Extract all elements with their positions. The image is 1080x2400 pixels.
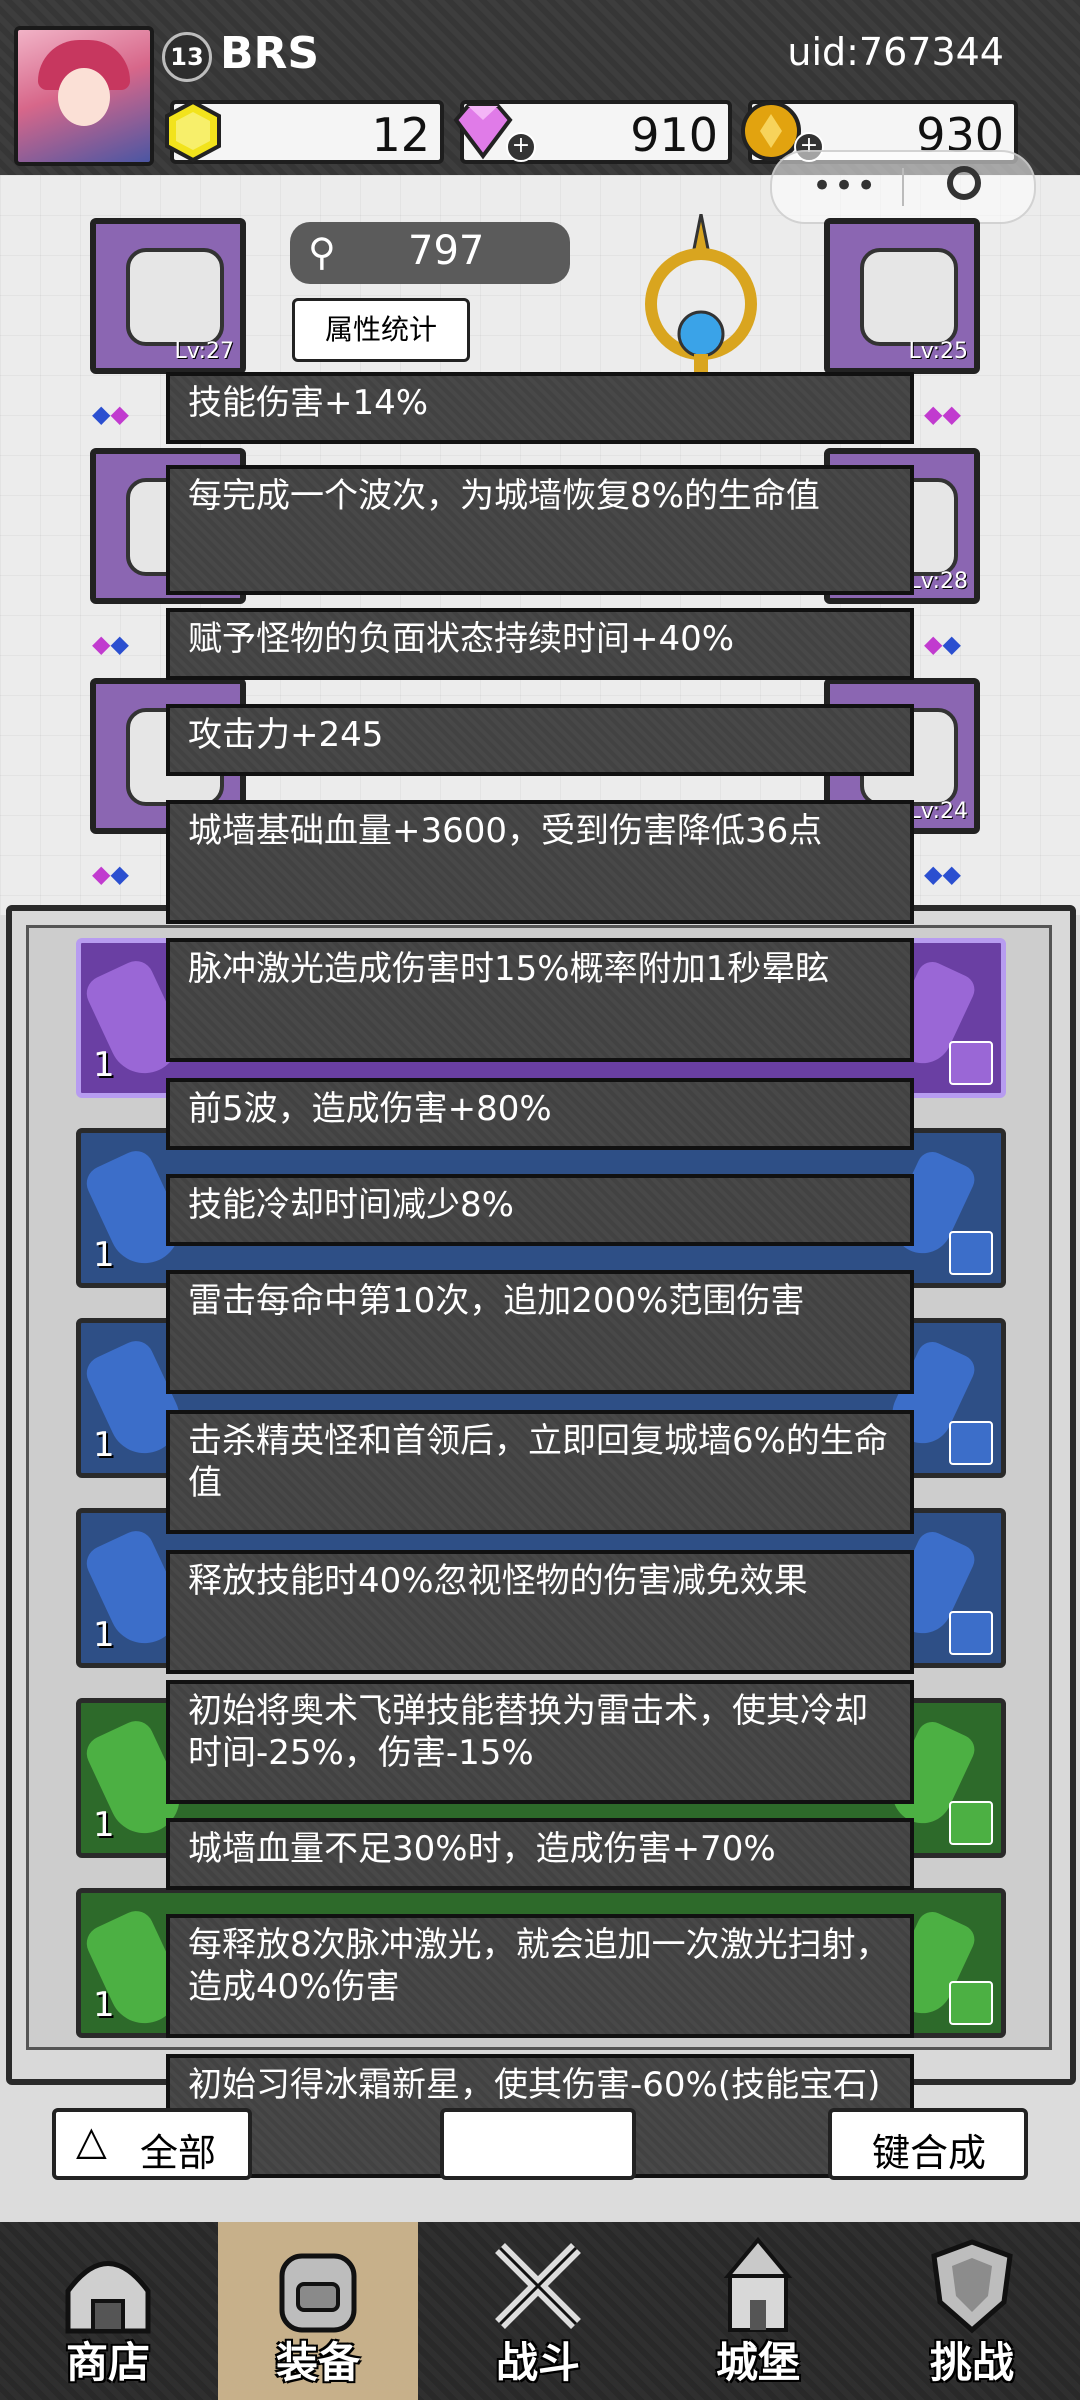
nav-castle[interactable]: 城堡 xyxy=(658,2222,858,2400)
castle-icon xyxy=(723,2236,793,2332)
equip-slot-pipe[interactable]: Lv:25 xyxy=(824,218,980,374)
socket-gems: ◆◆ xyxy=(92,400,129,428)
affix-tooltip: 赋予怪物的负面状态持续时间+40% xyxy=(166,608,914,680)
socket-gems: ◆◆ xyxy=(92,860,129,888)
affix-tooltip: 技能伤害+14% xyxy=(166,372,914,444)
combat-power-value: 797 xyxy=(408,228,485,274)
currency-diamond: + 910 xyxy=(453,100,732,164)
filter-all-button[interactable]: △ 全部 xyxy=(52,2108,252,2180)
staff-icon xyxy=(645,214,757,384)
item-type-icon xyxy=(949,1981,993,2025)
slot-level: Lv:27 xyxy=(174,339,234,364)
item-type-icon xyxy=(949,1041,993,1085)
miniprogram-capsule: ••• xyxy=(770,150,1036,224)
shop-icon xyxy=(65,2261,151,2334)
affix-tooltip: 城墙基础血量+3600，受到伤害降低36点 xyxy=(166,800,914,924)
more-icon[interactable]: ••• xyxy=(812,166,878,206)
item-count: 1 xyxy=(93,1615,115,1655)
item-type-icon xyxy=(949,1421,993,1465)
affix-tooltip: 每完成一个波次，为城墙恢复8%的生命值 xyxy=(166,465,914,595)
equip-slot-helmet[interactable]: Lv:27 xyxy=(90,218,246,374)
combat-power: ⚲ 797 xyxy=(290,222,570,284)
shield-icon xyxy=(931,2239,1013,2334)
nav-challenge-label: 挑战 xyxy=(929,2338,1014,2387)
item-count: 1 xyxy=(93,1425,115,1465)
attribute-stats-button[interactable]: 属性统计 xyxy=(292,298,470,362)
affix-tooltip: 初始将奥术飞弹技能替换为雷击术，使其冷却时间-25%，伤害-15% xyxy=(166,1680,914,1804)
socket-gems: ◆◆ xyxy=(924,400,961,428)
filter-all-label: 全部 xyxy=(140,2131,217,2175)
socket-gems: ◆◆ xyxy=(924,860,961,888)
affix-tooltip: 城墙血量不足30%时，造成伤害+70% xyxy=(166,1818,914,1890)
slot-level: Lv:28 xyxy=(908,569,968,594)
nav-castle-label: 城堡 xyxy=(715,2338,800,2387)
filter-middle-button[interactable] xyxy=(440,2108,636,2180)
item-type-icon xyxy=(949,1611,993,1655)
affix-tooltip: 击杀精英怪和首领后，立即回复城墙6%的生命值 xyxy=(166,1410,914,1534)
crossed-swords-icon xyxy=(495,2243,581,2329)
nav-challenge[interactable]: 挑战 xyxy=(872,2222,1072,2400)
socket-gems: ◆◆ xyxy=(924,630,961,658)
affix-tooltip: 释放技能时40%忽视怪物的伤害减免效果 xyxy=(166,1550,914,1674)
item-count: 1 xyxy=(93,1235,115,1275)
pipe-icon xyxy=(860,248,958,346)
diamond-value: 910 xyxy=(630,108,718,162)
nav-battle-label: 战斗 xyxy=(495,2338,580,2387)
affix-tooltip: 技能冷却时间减少8% xyxy=(166,1174,914,1246)
merge-label: 键合成 xyxy=(872,2131,987,2175)
affix-tooltip: 雷击每命中第10次，追加200%范围伤害 xyxy=(166,1270,914,1394)
add-diamond-button[interactable]: + xyxy=(506,132,536,162)
socket-gems: ◆◆ xyxy=(92,630,129,658)
gold-gem-value: 12 xyxy=(371,108,430,162)
nav-shop-label: 商店 xyxy=(65,2338,150,2387)
item-count: 1 xyxy=(93,1045,115,1085)
affix-tooltip: 攻击力+245 xyxy=(166,704,914,776)
close-miniprogram-icon[interactable] xyxy=(947,166,981,200)
affix-tooltip: 每释放8次脉冲激光，就会追加一次激光扫射，造成40%伤害 xyxy=(166,1914,914,2038)
nav-equip[interactable]: 装备 xyxy=(218,2222,418,2400)
player-avatar[interactable] xyxy=(14,26,154,166)
item-count: 1 xyxy=(93,1805,115,1845)
nav-equip-label: 装备 xyxy=(275,2338,360,2387)
power-icon: ⚲ xyxy=(308,230,336,274)
item-type-icon xyxy=(949,1231,993,1275)
player-uid: uid:767344 xyxy=(787,30,1004,74)
affix-tooltip: 脉冲激光造成伤害时15%概率附加1秒晕眩 xyxy=(166,938,914,1062)
helmet-icon xyxy=(126,248,224,346)
currency-gold-gem: 12 xyxy=(165,99,444,164)
backpack-icon xyxy=(279,2253,357,2333)
item-type-icon xyxy=(949,1801,993,1845)
triangle-up-icon: △ xyxy=(76,2118,107,2164)
slot-level: Lv:25 xyxy=(908,339,968,364)
gold-gem-icon xyxy=(165,99,221,163)
merge-button[interactable]: 键合成 xyxy=(828,2108,1028,2180)
nav-battle[interactable]: 战斗 xyxy=(438,2222,638,2400)
item-count: 1 xyxy=(93,1985,115,2025)
affix-tooltip: 前5波，造成伤害+80% xyxy=(166,1078,914,1150)
diamond-icon xyxy=(453,104,513,160)
nav-shop[interactable]: 商店 xyxy=(8,2222,208,2400)
player-name: BRS xyxy=(220,28,320,79)
slot-level: Lv:24 xyxy=(908,799,968,824)
player-level-badge: 13 xyxy=(162,32,212,82)
